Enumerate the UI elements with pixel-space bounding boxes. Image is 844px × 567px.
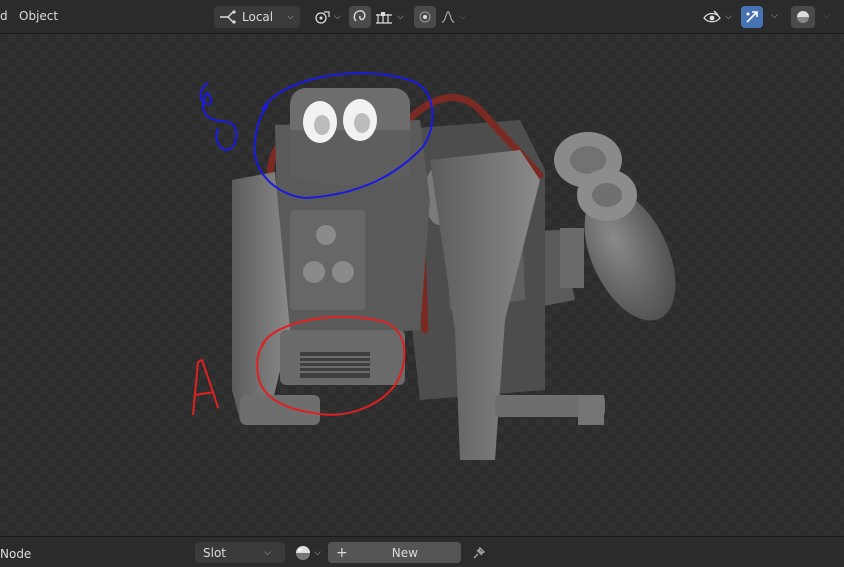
proportional-edit-icon xyxy=(419,11,431,23)
annotation-red-letter-a xyxy=(192,358,219,416)
pivot-point-icon xyxy=(315,11,330,24)
proportional-falloff-dropdown[interactable]: ⌵ xyxy=(438,6,466,28)
robot-grille xyxy=(280,330,405,385)
editor-type-label[interactable]: Node xyxy=(0,543,31,564)
gizmo-toggle[interactable] xyxy=(741,6,763,28)
material-browse-dropdown[interactable]: ⌵ xyxy=(291,542,325,563)
slot-label: Slot xyxy=(203,545,226,560)
robot-model[interactable] xyxy=(232,88,694,460)
viewport-render xyxy=(192,72,694,460)
chevron-down-icon: ⌵ xyxy=(287,12,294,22)
chevron-down-icon: ⌵ xyxy=(725,12,732,22)
node-header-bar: Node Slot ⌵ ⌵ + New xyxy=(0,536,844,567)
3d-viewport[interactable] xyxy=(0,34,844,536)
chevron-down-icon: ⌵ xyxy=(314,547,321,558)
chevron-down-icon: ⌵ xyxy=(397,12,404,22)
gizmo-chevron-down-icon[interactable]: ⌵ xyxy=(771,11,778,21)
overlay-chevron-down-icon[interactable]: ⌵ xyxy=(823,11,830,21)
plus-icon: + xyxy=(336,544,348,561)
gizmo-toggle-icon xyxy=(746,11,758,23)
falloff-curve-icon xyxy=(441,11,455,23)
chevron-down-icon: ⌵ xyxy=(459,12,466,22)
menu-object[interactable]: Object xyxy=(19,9,58,23)
chevron-down-icon: ⌵ xyxy=(334,12,341,22)
snap-grid-icon xyxy=(376,12,392,24)
material-sphere-icon xyxy=(296,545,310,560)
eye-visibility-icon xyxy=(703,10,721,23)
snap-toggle[interactable] xyxy=(349,6,371,28)
transform-orientation-label: Local xyxy=(242,10,274,24)
slot-dropdown[interactable]: Slot ⌵ xyxy=(195,542,285,563)
pin-icon xyxy=(473,546,486,558)
snap-target-dropdown[interactable]: ⌵ xyxy=(372,6,408,28)
viewport-header: d Object Local ⌵ ⌵ ⌵ ⌵ ⌵ ⌵ ⌵ xyxy=(0,0,844,34)
annotation-blue-scribble xyxy=(199,82,238,152)
pin-button[interactable] xyxy=(468,542,490,563)
overlay-toggle[interactable] xyxy=(791,6,815,28)
snap-magnet-icon xyxy=(353,10,366,22)
pivot-point-dropdown[interactable]: ⌵ xyxy=(310,6,344,28)
overlay-sphere-icon xyxy=(797,11,809,23)
proportional-edit-toggle[interactable] xyxy=(414,6,436,28)
chevron-down-icon: ⌵ xyxy=(264,547,271,558)
new-material-label: New xyxy=(391,545,418,560)
transform-orientation-icon xyxy=(220,10,236,24)
new-material-button[interactable]: + New xyxy=(328,542,461,563)
menu-item-partial[interactable]: d xyxy=(0,9,8,23)
visibility-dropdown[interactable]: ⌵ xyxy=(700,6,736,28)
robot-head xyxy=(290,88,410,185)
transform-orientation-dropdown[interactable]: Local ⌵ xyxy=(214,6,300,28)
